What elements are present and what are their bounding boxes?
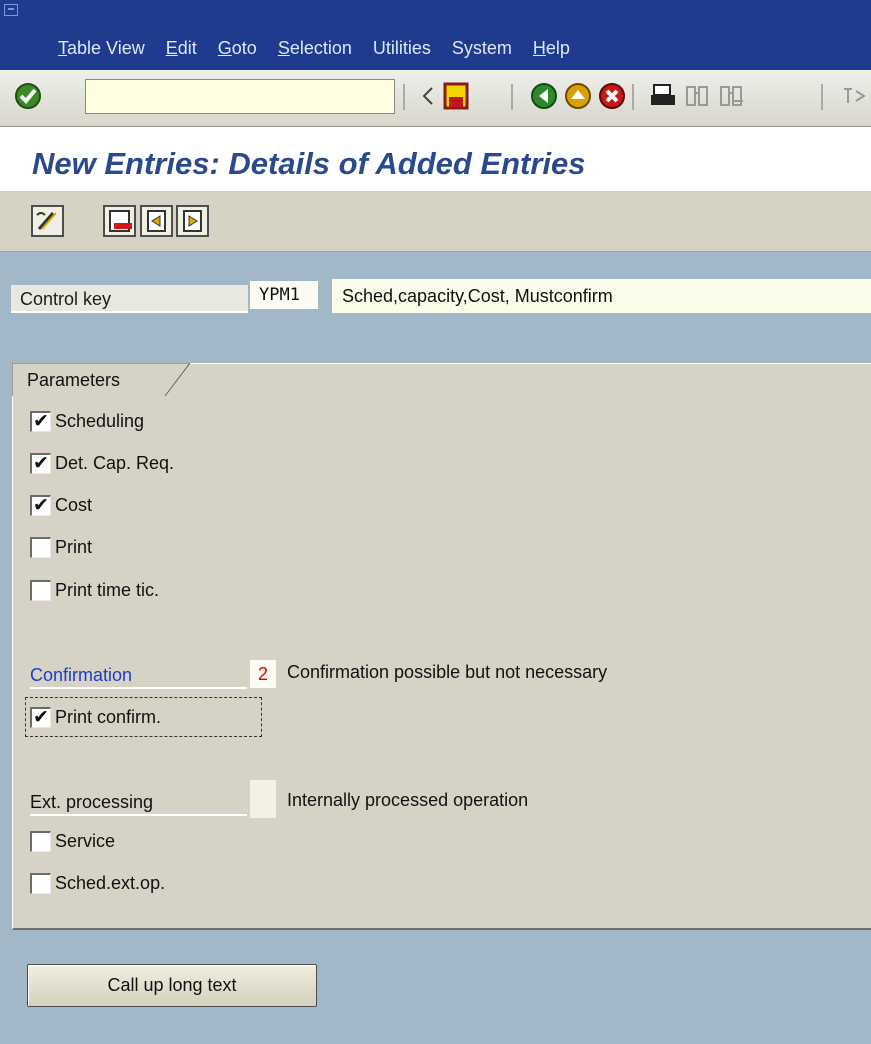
display-change-icon — [36, 212, 57, 230]
back-icon[interactable] — [529, 81, 559, 111]
checkbox-service[interactable]: Service — [30, 831, 115, 852]
checkbox-label: Sched.ext.op. — [55, 873, 166, 893]
checkbox[interactable] — [30, 873, 51, 894]
parameters-group — [12, 363, 871, 930]
checkbox-cost[interactable]: ✔ Cost — [30, 495, 92, 516]
checkbox[interactable] — [30, 831, 51, 852]
menu-table-view[interactable]: Table View — [58, 38, 145, 59]
checkbox-print[interactable]: Print — [30, 537, 92, 558]
checkbox-label: Print time tic. — [55, 580, 160, 600]
confirmation-label: Confirmation — [30, 661, 247, 689]
menu-list: Table View Edit Goto Selection Utilities… — [58, 38, 591, 59]
confirmation-description: Confirmation possible but not necessary — [287, 662, 608, 682]
page-title: New Entries: Details of Added Entries — [32, 146, 586, 181]
menu-edit[interactable]: Edit — [166, 38, 197, 59]
separator — [403, 84, 405, 110]
separator — [632, 84, 634, 110]
checkbox-print-confirm[interactable]: ✔ Print confirm. — [30, 707, 161, 728]
delete-button[interactable] — [103, 205, 136, 237]
delete-icon — [109, 210, 132, 232]
checkbox[interactable]: ✔ — [30, 495, 51, 516]
control-key-description: Sched,capacity,Cost, Mustconfirm — [332, 279, 871, 313]
next-entry-icon — [183, 210, 202, 232]
menu-system[interactable]: System — [452, 38, 512, 59]
checkbox-label: Scheduling — [55, 411, 145, 431]
menu-help[interactable]: Help — [533, 38, 570, 59]
separator — [511, 84, 513, 110]
checkbox-sched-ext-op[interactable]: Sched.ext.op. — [30, 873, 165, 894]
checkbox-label: Service — [55, 831, 116, 851]
checkbox[interactable]: ✔ — [30, 411, 51, 432]
checkbox-print-time-tic[interactable]: Print time tic. — [30, 580, 159, 601]
print-icon[interactable] — [648, 81, 678, 111]
save-icon[interactable] — [441, 81, 471, 111]
find-next-icon[interactable] — [716, 81, 746, 111]
control-key-field[interactable]: YPM1 — [250, 281, 318, 309]
menu-utilities[interactable]: Utilities — [373, 38, 431, 59]
previous-entry-icon — [147, 210, 166, 232]
ext-processing-description: Internally processed operation — [287, 790, 529, 810]
checkbox-label: Print — [55, 537, 93, 557]
ext-processing-field[interactable] — [250, 780, 276, 818]
menu-bar: Table View Edit Goto Selection Utilities… — [0, 0, 871, 70]
call-up-long-text-button[interactable]: Call up long text — [27, 964, 317, 1007]
exit-icon[interactable] — [563, 81, 593, 111]
collapse-arrow-icon[interactable] — [420, 81, 436, 111]
checkbox-label: Cost — [55, 495, 93, 515]
control-key-label: Control key — [11, 285, 248, 313]
ext-processing-label: Ext. processing — [30, 788, 247, 816]
menu-goto[interactable]: Goto — [218, 38, 257, 59]
previous-entry-button[interactable] — [140, 205, 173, 237]
checkbox-label: Print confirm. — [55, 707, 162, 727]
display-change-button[interactable] — [31, 205, 64, 237]
next-entry-button[interactable] — [176, 205, 209, 237]
checkbox[interactable] — [30, 580, 51, 601]
enter-check-icon[interactable] — [13, 81, 43, 111]
menu-selection[interactable]: Selection — [278, 38, 352, 59]
system-menu-icon[interactable] — [4, 4, 18, 16]
checkbox[interactable]: ✔ — [30, 707, 51, 728]
command-field[interactable] — [85, 79, 395, 114]
first-page-icon[interactable] — [838, 81, 868, 111]
checkbox[interactable]: ✔ — [30, 453, 51, 474]
separator — [821, 84, 823, 110]
confirmation-field[interactable]: 2 — [250, 660, 276, 688]
checkbox[interactable] — [30, 537, 51, 558]
checkbox-label: Det. Cap. Req. — [55, 453, 175, 473]
find-icon[interactable] — [682, 81, 712, 111]
parameters-group-title: Parameters — [27, 370, 121, 390]
checkbox-scheduling[interactable]: ✔ Scheduling — [30, 411, 144, 432]
cancel-icon[interactable] — [597, 81, 627, 111]
checkbox-det-cap-req[interactable]: ✔ Det. Cap. Req. — [30, 453, 174, 474]
